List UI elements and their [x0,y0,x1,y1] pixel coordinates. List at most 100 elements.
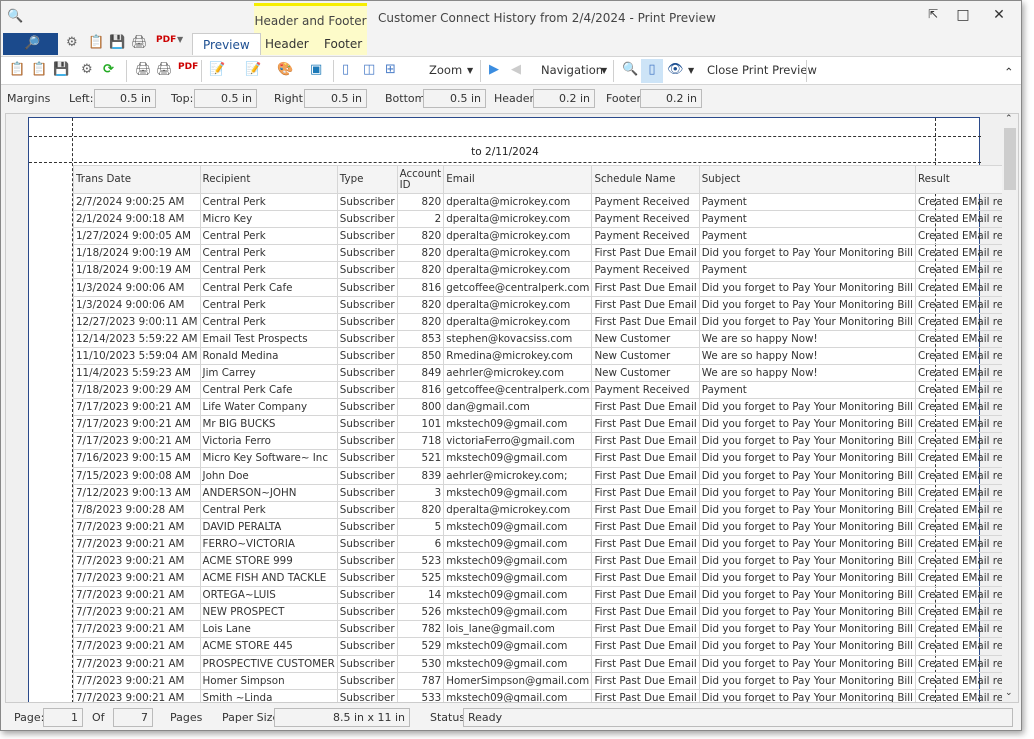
table-cell: mkstech09@gmail.com [443,569,593,588]
table-cell: Did you forget to Pay Your Monitoring Bi… [698,295,916,314]
single-page-icon[interactable]: ▯ [342,62,349,77]
table-cell: Did you forget to Pay Your Monitoring Bi… [698,654,916,673]
table-cell: Subscriber [336,278,398,297]
tab-footer[interactable]: Footer [314,33,372,55]
page-margin-line [29,136,981,137]
navigation-chevron-icon[interactable]: ▼ [601,66,607,75]
page-number-input[interactable]: 1 [43,708,83,727]
magnifier-icon[interactable]: 🔍 [622,62,638,77]
table-cell: Central Perk [199,227,338,246]
scroll-down-icon[interactable]: ⌄ [1005,688,1013,698]
table-cell: Subscriber [336,671,398,690]
edit-page-icon[interactable]: 📝 [209,62,225,77]
maximize-button[interactable]: □ [953,7,973,23]
zoom-dropdown[interactable]: Zoom [429,63,462,77]
table-cell: New Customer [591,346,700,365]
watermark-icon[interactable]: 🎨 [277,62,293,77]
two-pages-icon[interactable]: ◫ [363,62,375,77]
pdf-icon[interactable]: PDF [156,35,176,45]
table-cell: 12/14/2023 5:59:22 AM [73,329,201,348]
next-page-icon[interactable]: ▶ [489,62,499,77]
divider [333,60,334,82]
table-cell: mkstech09@gmail.com [443,637,593,656]
table-cell: First Past Due Email [591,449,700,468]
bottom-margin-input[interactable]: 0.5 in [423,89,486,108]
right-margin-input[interactable]: 0.5 in [304,89,367,108]
table-row: 7/8/2023 9:00:28 AM Central Perk Subscribe… [73,500,1018,519]
table-cell: ACME STORE 445 [199,637,338,656]
table-cell: dan@gmail.com [443,398,593,417]
tab-header[interactable]: Header [255,33,319,55]
table-cell: Subscriber [336,603,398,622]
view-chevron-icon[interactable]: ▼ [688,66,694,75]
export-icon[interactable]: 📋 [88,35,104,50]
table-row: 7/12/2023 9:00:13 AM ANDERSON~JOHN Subscri… [73,483,1018,502]
table-cell: Subscriber [336,483,398,502]
margins-bar: Margins Left: 0.5 in Top: 0.5 in Right: … [1,86,1021,112]
table-cell: Central Perk [199,500,338,519]
table-cell: Life Water Company [199,398,338,417]
table-cell: First Past Due Email [591,688,700,702]
table-cell: Payment Received [591,210,700,229]
save-icon[interactable]: 💾 [53,62,69,77]
save-icon[interactable]: 💾 [109,35,125,50]
find-icon[interactable]: 📝 [245,62,261,77]
close-print-preview-button[interactable]: Close Print Preview [707,63,817,77]
open-icon[interactable]: 📋 [9,62,25,77]
restore-ribbon-icon[interactable]: ⇱ [923,7,943,21]
previous-page-icon[interactable]: ◀ [511,62,521,77]
table-cell: 2/1/2024 9:00:18 AM [73,210,201,229]
zoom-chevron-icon[interactable]: ▼ [467,66,473,75]
table-cell: Subscriber [336,346,398,365]
quick-print-icon[interactable]: 🖨 [156,62,173,77]
table-cell: Payment Received [591,261,700,280]
column-header: Schedule Name [591,165,700,194]
refresh-icon[interactable]: ⟳ [103,62,114,77]
export-pdf-icon[interactable]: PDF [178,62,198,72]
settings-icon[interactable]: ⚙ [66,35,78,50]
close-button[interactable]: ✕ [989,7,1009,23]
left-margin-label: Left: [69,92,94,105]
table-cell: ORTEGA~LUIS [199,586,338,605]
table-cell: We are so happy Now! [698,363,916,383]
table-cell: Micro Key [199,210,338,229]
table-row: 7/15/2023 9:00:08 AM John Doe Subscriber 83… [73,466,1018,485]
page-view-icon[interactable]: ▯ [641,59,663,83]
scroll-up-icon[interactable]: ⌃ [1005,114,1013,124]
column-header: Trans Date [73,165,201,194]
left-margin-input[interactable]: 0.5 in [94,89,156,108]
scrollbar-thumb[interactable] [1004,128,1016,190]
table-cell: First Past Due Email [591,466,700,485]
table-cell: Subscriber [336,295,398,314]
table-cell: 101 [396,415,445,434]
header-margin-input[interactable]: 0.2 in [533,89,595,108]
table-cell: ACME STORE 999 [199,551,338,571]
print-icon[interactable]: 🖨 [135,62,152,77]
scale-icon[interactable]: ▣ [310,62,322,77]
table-cell: Subscriber [336,637,398,656]
multiple-pages-icon[interactable]: ⊞ [385,62,396,77]
table-cell: Rmedina@microkey.com [443,346,593,365]
tab-preview[interactable]: Preview [192,33,261,55]
footer-margin-input[interactable]: 0.2 in [640,89,702,108]
page-setup-icon[interactable]: ⚙ [81,62,93,77]
table-cell: 816 [396,278,445,297]
collapse-ribbon-icon[interactable]: ⌃ [1004,65,1014,79]
copy-icon[interactable]: 📋 [31,62,47,77]
table-cell: dperalta@microkey.com [443,192,593,212]
quick-access-dropdown-icon[interactable]: ▼ [177,35,183,44]
vertical-scrollbar[interactable]: ⌃ ⌄ [1002,114,1018,702]
print-preview-window: 🔍 Header and Footer Customer Connect His… [0,0,1022,731]
top-margin-input[interactable]: 0.5 in [194,89,257,108]
eye-icon[interactable]: 👁 [667,62,684,77]
table-cell: 820 [396,295,445,314]
table-cell: ACME FISH AND TACKLE [199,569,338,588]
navigation-dropdown[interactable]: Navigation [541,63,603,77]
table-cell: lois_lane@gmail.com [443,620,593,639]
title-bar: 🔍 Header and Footer Customer Connect His… [1,1,1021,57]
table-cell: Payment [698,192,916,212]
print-icon[interactable]: 🖨 [131,35,148,50]
status-bar: Page: 1 Of 7 Pages Paper Size: 8.5 in x … [1,705,1021,730]
table-cell: 1/18/2024 9:00:19 AM [73,261,201,280]
file-menu-button[interactable]: 🔎 [3,33,58,55]
